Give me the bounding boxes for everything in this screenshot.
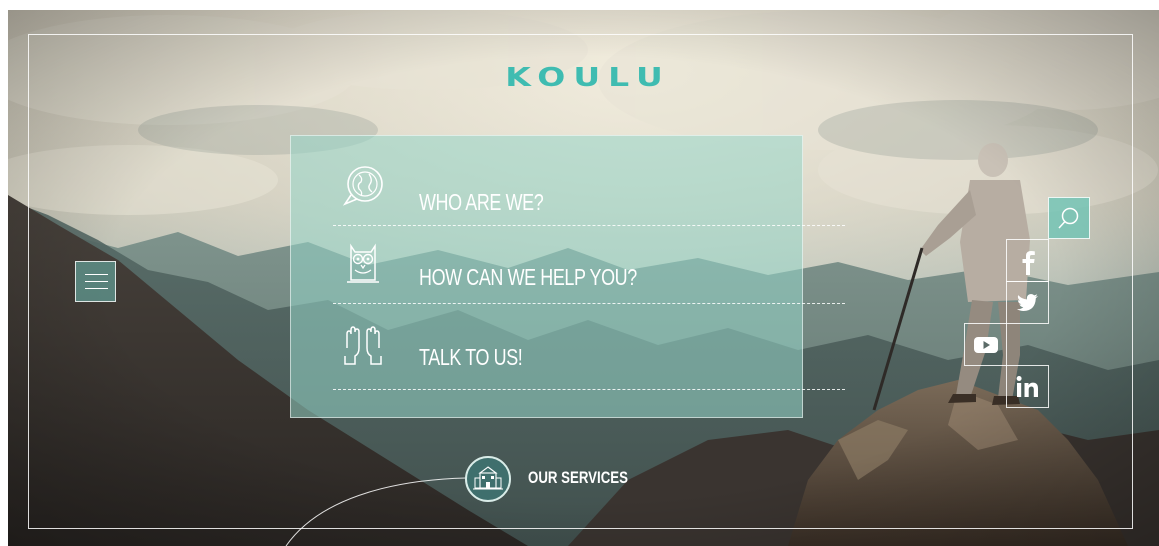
owl-icon	[347, 243, 379, 283]
globe-chat-icon	[342, 166, 383, 206]
brand-logo[interactable]: KOULU	[478, 62, 698, 92]
our-services-label[interactable]: OUR SERVICES	[528, 468, 628, 488]
youtube-icon	[974, 337, 998, 353]
menu-item-who-are-we[interactable]: WHO ARE WE?	[333, 152, 845, 226]
search-icon	[1058, 207, 1079, 229]
linkedin-icon	[1016, 376, 1038, 397]
hamburger-menu-icon	[85, 274, 108, 275]
facebook-button[interactable]	[1006, 239, 1049, 282]
twitter-button[interactable]	[1006, 281, 1049, 324]
our-services-button[interactable]	[465, 456, 511, 502]
youtube-button[interactable]	[964, 323, 1007, 366]
main-menu-panel: WHO ARE WE? HOW CAN WE HELP YOU? TALK TO…	[290, 135, 845, 418]
twitter-icon	[1017, 294, 1038, 311]
school-building-icon	[473, 466, 503, 490]
raised-hands-icon	[344, 326, 382, 365]
search-button[interactable]	[1048, 197, 1090, 239]
menu-item-label: HOW CAN WE HELP YOU?	[419, 264, 637, 290]
menu-item-label: WHO ARE WE?	[419, 189, 544, 215]
hamburger-bar	[85, 288, 108, 289]
hamburger-bar	[85, 281, 108, 282]
menu-item-how-can-we-help[interactable]: HOW CAN WE HELP YOU?	[333, 226, 845, 304]
linkedin-button[interactable]	[1006, 365, 1049, 408]
hamburger-menu-button[interactable]	[75, 261, 116, 302]
menu-item-label: TALK TO US!	[419, 344, 523, 370]
hero-stage: KOULU WHO ARE WE? HOW CAN WE HELP YOU? T…	[8, 10, 1159, 546]
facebook-icon	[1022, 251, 1035, 275]
menu-item-talk-to-us[interactable]: TALK TO US!	[333, 304, 845, 390]
